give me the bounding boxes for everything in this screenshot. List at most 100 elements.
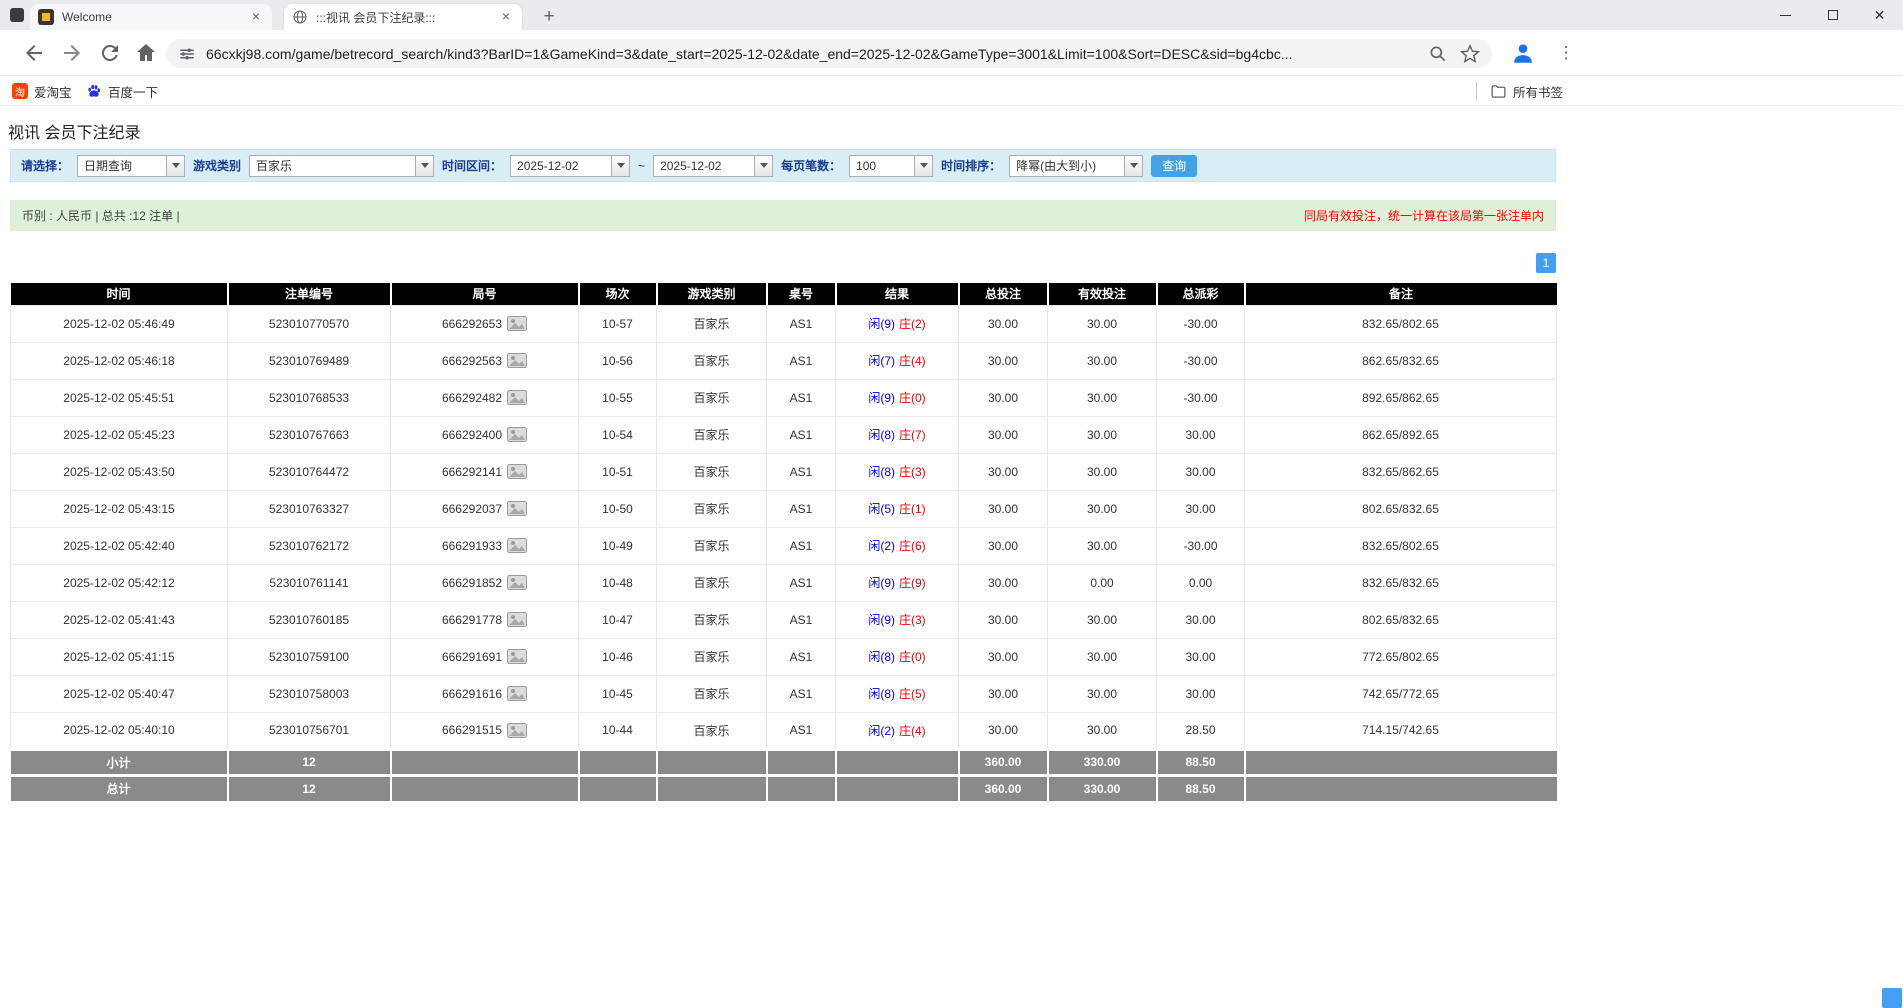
tab-strip: Welcome × :::视讯 会员下注纪录::: × + ✕ bbox=[0, 0, 1903, 30]
chevron-down-icon[interactable] bbox=[611, 156, 629, 176]
maximize-button[interactable] bbox=[1809, 0, 1856, 30]
cell-time: 2025-12-02 05:40:47 bbox=[11, 675, 228, 712]
table-row: 2025-12-02 05:45:23523010767663666292400… bbox=[11, 416, 1557, 453]
cell-total-bet[interactable]: 30.00 bbox=[959, 527, 1048, 564]
video-icon[interactable] bbox=[507, 649, 527, 664]
result-player: 闲(9) bbox=[868, 576, 895, 590]
result-banker: 庄(0) bbox=[899, 650, 926, 664]
all-bookmarks[interactable]: 所有书签 bbox=[1490, 76, 1563, 106]
cell-valid-bet: 30.00 bbox=[1048, 379, 1157, 416]
page-button-1[interactable]: 1 bbox=[1536, 253, 1556, 273]
tune-icon[interactable] bbox=[178, 45, 196, 63]
game-type-select[interactable]: 百家乐 bbox=[249, 155, 434, 177]
video-icon[interactable] bbox=[507, 501, 527, 516]
header-session: 场次 bbox=[579, 283, 657, 305]
date-start-select[interactable]: 2025-12-02 bbox=[510, 155, 630, 177]
round-number: 666292482 bbox=[442, 391, 502, 405]
tab-welcome[interactable]: Welcome × bbox=[30, 4, 272, 30]
tab-betrecord-active[interactable]: :::视讯 会员下注纪录::: × bbox=[284, 4, 522, 30]
table-header: 时间 注单编号 局号 场次 游戏类别 桌号 结果 总投注 有效投注 总派彩 备注 bbox=[11, 283, 1557, 305]
bookmark-star-icon[interactable] bbox=[1460, 44, 1480, 64]
cell-total-bet[interactable]: 30.00 bbox=[959, 453, 1048, 490]
sort-select[interactable]: 降幂(由大到小) bbox=[1009, 155, 1143, 177]
sort-label: 时间排序： bbox=[941, 157, 1001, 174]
cell-total-bet[interactable]: 30.00 bbox=[959, 342, 1048, 379]
video-icon[interactable] bbox=[507, 686, 527, 701]
close-icon[interactable]: × bbox=[498, 9, 514, 25]
pagination-bottom-partial[interactable] bbox=[1882, 988, 1902, 1008]
cell-total-bet[interactable]: 30.00 bbox=[959, 564, 1048, 601]
zoom-icon[interactable] bbox=[1428, 44, 1448, 64]
cell-result: 闲(8) 庄(0) bbox=[836, 638, 959, 675]
page-title: 视讯 会员下注纪录 bbox=[8, 119, 1903, 143]
result-banker: 庄(3) bbox=[899, 465, 926, 479]
forward-icon[interactable] bbox=[60, 41, 84, 65]
profile-avatar-icon[interactable] bbox=[1510, 40, 1536, 66]
cell-remark: 832.65/802.65 bbox=[1245, 305, 1557, 342]
result-player: 闲(8) bbox=[868, 465, 895, 479]
cell-result: 闲(9)庄(0) bbox=[836, 379, 959, 416]
cell-total-bet[interactable]: 30.00 bbox=[959, 712, 1048, 749]
chevron-down-icon[interactable] bbox=[166, 156, 184, 176]
bookmark-baidu[interactable]: 百度一下 bbox=[86, 76, 158, 106]
cell-result: 闲(9)庄(3) bbox=[836, 601, 959, 638]
video-icon[interactable] bbox=[507, 464, 527, 479]
cell-table-no: AS1 bbox=[767, 416, 836, 453]
video-icon[interactable] bbox=[507, 427, 527, 442]
chevron-down-icon[interactable] bbox=[754, 156, 772, 176]
new-tab-icon[interactable]: + bbox=[536, 4, 562, 30]
cell-game-type: 百家乐 bbox=[657, 564, 767, 601]
empty-cell bbox=[579, 749, 657, 775]
address-bar[interactable]: 66cxkj98.com/game/betrecord_search/kind3… bbox=[166, 39, 1492, 68]
result-player: 闲(7) bbox=[868, 354, 895, 368]
video-icon[interactable] bbox=[507, 575, 527, 590]
video-icon[interactable] bbox=[507, 723, 527, 738]
video-icon[interactable] bbox=[507, 390, 527, 405]
result-player: 闲(5) bbox=[868, 502, 895, 516]
header-total-bet: 总投注 bbox=[959, 283, 1048, 305]
chevron-down-icon[interactable] bbox=[1124, 156, 1142, 176]
cell-payout: 0.00 bbox=[1157, 564, 1245, 601]
video-icon[interactable] bbox=[507, 353, 527, 368]
video-icon[interactable] bbox=[507, 316, 527, 331]
page-size-select[interactable]: 100 bbox=[849, 155, 933, 177]
cell-total-bet[interactable]: 30.00 bbox=[959, 490, 1048, 527]
chevron-down-icon[interactable] bbox=[415, 156, 433, 176]
home-icon[interactable] bbox=[134, 41, 158, 65]
date-end-select[interactable]: 2025-12-02 bbox=[653, 155, 773, 177]
cell-valid-bet: 30.00 bbox=[1048, 453, 1157, 490]
cell-round-id: 666291616 bbox=[391, 675, 579, 712]
cell-payout: -30.00 bbox=[1157, 527, 1245, 564]
url-text[interactable]: 66cxkj98.com/game/betrecord_search/kind3… bbox=[206, 46, 1416, 62]
video-icon[interactable] bbox=[507, 612, 527, 627]
cell-payout: 30.00 bbox=[1157, 453, 1245, 490]
bookmark-label: 百度一下 bbox=[108, 82, 158, 101]
query-type-select[interactable]: 日期查询 bbox=[77, 155, 185, 177]
cell-total-bet[interactable]: 30.00 bbox=[959, 305, 1048, 342]
video-icon[interactable] bbox=[507, 538, 527, 553]
result-banker: 庄(4) bbox=[899, 354, 926, 368]
cell-total-bet[interactable]: 30.00 bbox=[959, 675, 1048, 712]
search-button[interactable]: 查询 bbox=[1151, 155, 1197, 177]
cell-valid-bet: 30.00 bbox=[1048, 601, 1157, 638]
table-row: 2025-12-02 05:46:49523010770570666292653… bbox=[11, 305, 1557, 342]
empty-cell bbox=[657, 749, 767, 775]
cell-total-bet[interactable]: 30.00 bbox=[959, 379, 1048, 416]
close-window-button[interactable]: ✕ bbox=[1856, 0, 1903, 30]
table-row: 2025-12-02 05:40:47523010758003666291616… bbox=[11, 675, 1557, 712]
subtotal-payout: 88.50 bbox=[1157, 749, 1245, 775]
cell-total-bet[interactable]: 30.00 bbox=[959, 416, 1048, 453]
cell-payout: 30.00 bbox=[1157, 601, 1245, 638]
chevron-down-icon[interactable] bbox=[914, 156, 932, 176]
result-banker: 庄(4) bbox=[899, 724, 926, 738]
cell-total-bet[interactable]: 30.00 bbox=[959, 601, 1048, 638]
reload-icon[interactable] bbox=[98, 41, 122, 65]
cell-total-bet[interactable]: 30.00 bbox=[959, 638, 1048, 675]
menu-icon[interactable]: ⋮ bbox=[1554, 39, 1578, 67]
cell-round-id: 666292563 bbox=[391, 342, 579, 379]
result-player: 闲(8) bbox=[868, 650, 895, 664]
bookmark-aitaobao[interactable]: 淘 爱淘宝 bbox=[12, 76, 72, 106]
minimize-button[interactable] bbox=[1762, 0, 1809, 30]
back-icon[interactable] bbox=[22, 41, 46, 65]
close-icon[interactable]: × bbox=[248, 9, 264, 25]
